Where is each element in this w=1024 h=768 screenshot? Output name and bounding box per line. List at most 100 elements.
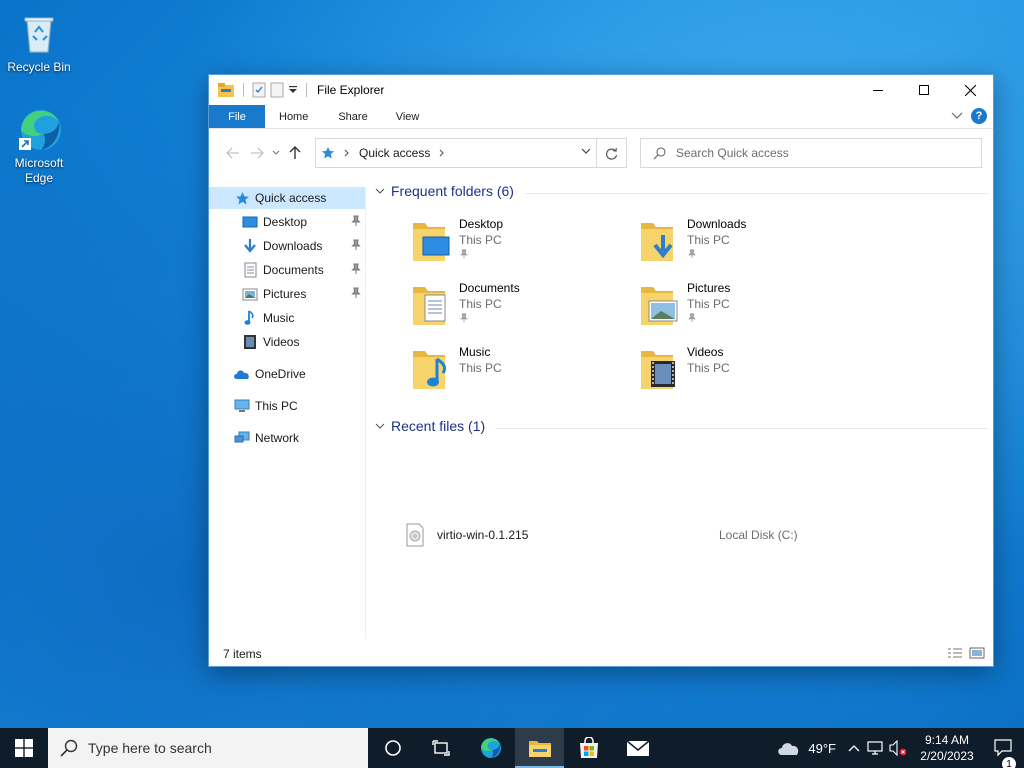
documents-icon — [413, 287, 446, 325]
pin-icon[interactable] — [459, 249, 469, 259]
refresh-button[interactable] — [596, 139, 626, 167]
taskbar-mail-button[interactable] — [613, 728, 662, 768]
recent-locations-button[interactable] — [269, 141, 283, 165]
desktop-icon-recycle-bin[interactable]: Recycle Bin — [1, 8, 77, 75]
chevron-down-icon — [375, 188, 385, 194]
sidebar-item-this-pc[interactable]: This PC — [209, 395, 365, 417]
taskbar-store-button[interactable] — [564, 728, 613, 768]
search-icon — [653, 146, 666, 159]
help-icon[interactable]: ? — [971, 108, 987, 124]
recent-file-row[interactable]: virtio-win-0.1.215 Local Disk (C:) — [405, 521, 825, 549]
weather-widget[interactable]: 49°F — [768, 740, 844, 756]
folder-name: Videos — [687, 345, 724, 359]
customize-toolbar-icon[interactable] — [288, 85, 298, 95]
pin-icon[interactable] — [459, 313, 469, 323]
pictures-icon — [241, 285, 259, 303]
music-icon — [413, 351, 447, 389]
folder-tile-desktop[interactable]: Desktop This PC — [411, 217, 631, 275]
close-button[interactable] — [947, 75, 993, 105]
file-explorer-window[interactable]: File Explorer File Home Share View ? Qui… — [208, 74, 994, 667]
sidebar-item-onedrive[interactable]: OneDrive — [209, 363, 365, 385]
window-controls — [855, 75, 993, 105]
quick-access-toolbar — [209, 82, 311, 98]
folder-tile-music[interactable]: Music This PC — [411, 345, 631, 403]
search-box[interactable] — [640, 138, 982, 168]
group-divider — [495, 428, 989, 429]
new-folder-icon[interactable] — [270, 82, 284, 98]
pin-icon[interactable] — [351, 215, 361, 227]
taskbar-search-box[interactable] — [48, 728, 368, 768]
sidebar-item-quick-access[interactable]: Quick access — [209, 187, 365, 209]
tab-home[interactable]: Home — [265, 105, 322, 128]
cortana-button[interactable] — [368, 728, 417, 768]
folder-tile-pictures[interactable]: Pictures This PC — [639, 281, 859, 339]
breadcrumb-quick-access[interactable]: Quick access — [359, 146, 430, 160]
details-view-icon[interactable] — [947, 647, 963, 659]
sidebar-item-network[interactable]: Network — [209, 427, 365, 449]
recent-files-header[interactable]: Recent files (1) — [375, 418, 485, 434]
sidebar-item-downloads[interactable]: Downloads — [209, 235, 365, 257]
folder-name: Downloads — [687, 217, 747, 231]
toolbar-divider — [306, 83, 307, 97]
disc-image-file-icon — [406, 523, 424, 547]
task-view-icon — [431, 740, 450, 756]
tab-view[interactable]: View — [384, 105, 434, 128]
refresh-icon — [605, 147, 618, 160]
clock[interactable]: 9:14 AM 2/20/2023 — [910, 732, 984, 764]
videos-icon — [241, 333, 259, 351]
volume-button[interactable] — [886, 740, 910, 756]
notification-center-button[interactable]: 1 — [984, 739, 1024, 768]
taskbar-search-input[interactable] — [88, 740, 348, 756]
pin-icon[interactable] — [687, 249, 697, 259]
desktop-icon-label: Microsoft Edge — [14, 156, 64, 185]
downloads-icon — [641, 223, 673, 261]
show-hidden-icons-button[interactable] — [844, 744, 864, 752]
folder-location: This PC — [687, 297, 730, 311]
file-explorer-icon — [528, 741, 551, 757]
sidebar-item-desktop[interactable]: Desktop — [209, 211, 365, 233]
sidebar-item-label: Videos — [263, 335, 300, 349]
folder-tile-videos[interactable]: Videos This PC — [639, 345, 859, 403]
sidebar-item-videos[interactable]: Videos — [209, 331, 365, 353]
maximize-button[interactable] — [901, 75, 947, 105]
desktop-icon-label: Recycle Bin — [7, 60, 71, 74]
pin-icon[interactable] — [351, 263, 361, 275]
back-button[interactable] — [221, 141, 245, 165]
large-icons-view-icon[interactable] — [969, 647, 985, 659]
tab-share[interactable]: Share — [322, 105, 383, 128]
sidebar-item-documents[interactable]: Documents — [209, 259, 365, 281]
forward-button[interactable] — [245, 141, 269, 165]
status-bar: 7 items — [209, 642, 993, 666]
network-status-button[interactable] — [864, 741, 886, 755]
sidebar-item-label: This PC — [255, 399, 298, 413]
breadcrumb-chevron-icon[interactable] — [438, 149, 446, 157]
pin-icon[interactable] — [351, 239, 361, 251]
pin-icon[interactable] — [687, 313, 697, 323]
expand-ribbon-icon[interactable] — [951, 112, 963, 120]
sidebar-item-label: Music — [263, 311, 295, 325]
desktop-icon-edge[interactable]: Microsoft Edge — [1, 104, 77, 186]
task-view-button[interactable] — [417, 728, 466, 768]
taskbar-edge-button[interactable] — [466, 728, 515, 768]
up-button[interactable] — [283, 141, 307, 165]
folder-tile-downloads[interactable]: Downloads This PC — [639, 217, 859, 275]
title-bar[interactable]: File Explorer — [209, 75, 993, 105]
pin-icon[interactable] — [351, 287, 361, 299]
group-title: Recent files (1) — [391, 418, 486, 434]
search-input[interactable] — [676, 146, 956, 160]
store-icon — [579, 737, 598, 758]
sidebar-item-label: Downloads — [263, 239, 323, 253]
minimize-button[interactable] — [855, 75, 901, 105]
sidebar-item-music[interactable]: Music — [209, 307, 365, 329]
frequent-folders-header[interactable]: Frequent folders (6) — [375, 183, 514, 199]
folder-location: This PC — [459, 361, 502, 375]
taskbar-file-explorer-button[interactable] — [515, 728, 564, 768]
folder-tile-documents[interactable]: Documents This PC — [411, 281, 631, 339]
address-bar[interactable]: Quick access — [315, 138, 627, 168]
start-button[interactable] — [0, 728, 48, 768]
sidebar-item-pictures[interactable]: Pictures — [209, 283, 365, 305]
tab-file[interactable]: File — [209, 105, 265, 128]
clock-time: 9:14 AM — [924, 733, 970, 747]
address-dropdown-icon[interactable] — [580, 145, 592, 157]
properties-icon[interactable] — [252, 82, 266, 98]
